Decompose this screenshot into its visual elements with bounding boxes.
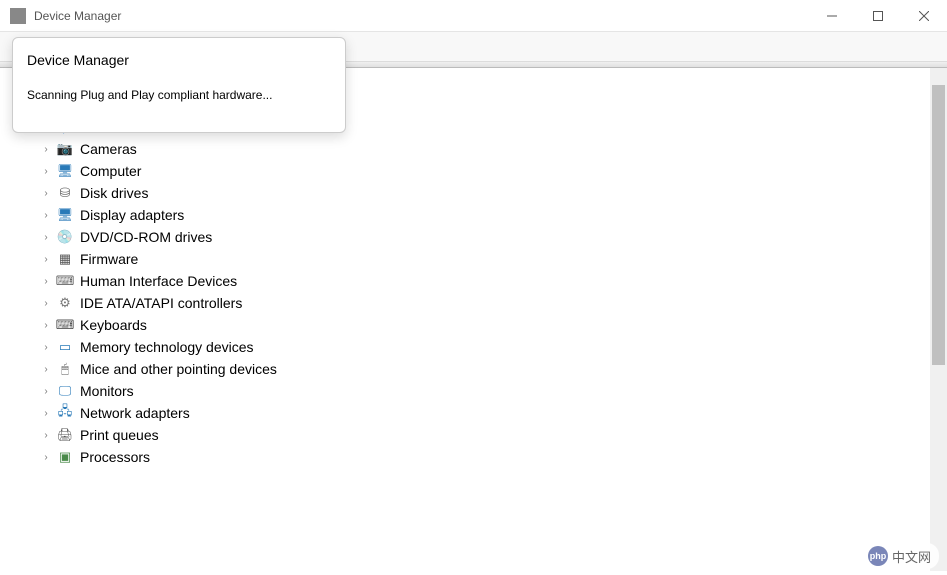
dialog-title: Device Manager	[27, 52, 331, 68]
expand-icon[interactable]: ›	[40, 254, 52, 265]
tree-item-label: DVD/CD-ROM drives	[80, 229, 212, 245]
tree-item[interactable]: › ▦ Firmware	[0, 248, 930, 270]
expand-icon[interactable]: ›	[40, 342, 52, 353]
tree-item-label: Human Interface Devices	[80, 273, 237, 289]
device-category-icon: 🖧	[56, 405, 74, 421]
tree-item-label: Mice and other pointing devices	[80, 361, 277, 377]
tree-item-label: IDE ATA/ATAPI controllers	[80, 295, 242, 311]
tree-item[interactable]: › 🖥 Display adapters	[0, 204, 930, 226]
window-title: Device Manager	[34, 9, 809, 23]
watermark-text: 中文网	[892, 547, 931, 566]
expand-icon[interactable]: ›	[40, 298, 52, 309]
dialog-message: Scanning Plug and Play compliant hardwar…	[27, 88, 331, 102]
app-icon	[10, 8, 26, 24]
scrollbar-thumb[interactable]	[932, 85, 945, 365]
titlebar: Device Manager	[0, 0, 947, 32]
tree-item-label: Cameras	[80, 141, 137, 157]
expand-icon[interactable]: ›	[40, 276, 52, 287]
tree-item-label: Computer	[80, 163, 141, 179]
tree-item-label: Firmware	[80, 251, 138, 267]
window-controls	[809, 0, 947, 32]
maximize-icon	[873, 11, 883, 21]
expand-icon[interactable]: ›	[40, 188, 52, 199]
minimize-icon	[827, 11, 837, 21]
tree-item-label: Processors	[80, 449, 150, 465]
device-category-icon: ▣	[56, 449, 74, 465]
watermark-logo: php	[868, 546, 888, 566]
device-category-icon: 🖥	[56, 207, 74, 223]
expand-icon[interactable]: ›	[40, 232, 52, 243]
tree-item-label: Network adapters	[80, 405, 190, 421]
expand-icon[interactable]: ›	[40, 320, 52, 331]
device-category-icon: ▦	[56, 251, 74, 267]
tree-item[interactable]: › 🖨 Print queues	[0, 424, 930, 446]
tree-item[interactable]: › 💿 DVD/CD-ROM drives	[0, 226, 930, 248]
scanning-dialog: Device Manager Scanning Plug and Play co…	[12, 37, 346, 133]
maximize-button[interactable]	[855, 0, 901, 32]
tree-item[interactable]: › 🖥 Computer	[0, 160, 930, 182]
tree-item-label: Disk drives	[80, 185, 148, 201]
tree-item[interactable]: › 🖵 Monitors	[0, 380, 930, 402]
device-category-icon: 📷	[56, 141, 74, 157]
vertical-scrollbar[interactable]	[930, 68, 947, 571]
tree-item-label: Keyboards	[80, 317, 147, 333]
tree-item[interactable]: › ▣ Processors	[0, 446, 930, 468]
device-category-icon: ⌨	[56, 273, 74, 289]
device-category-icon: 🖨	[56, 427, 74, 443]
expand-icon[interactable]: ›	[40, 386, 52, 397]
tree-item[interactable]: › ⚙ IDE ATA/ATAPI controllers	[0, 292, 930, 314]
device-category-icon: 🖵	[56, 383, 74, 399]
tree-item[interactable]: › 🖧 Network adapters	[0, 402, 930, 424]
tree-item-label: Print queues	[80, 427, 159, 443]
device-category-icon: ▭	[56, 339, 74, 355]
tree-item-label: Display adapters	[80, 207, 184, 223]
expand-icon[interactable]: ›	[40, 144, 52, 155]
device-tree[interactable]: ›🔊Audio inputs and outputs›🔋Batteries›ᛒB…	[0, 68, 930, 571]
minimize-button[interactable]	[809, 0, 855, 32]
tree-item[interactable]: › ▭ Memory technology devices	[0, 336, 930, 358]
close-icon	[919, 11, 929, 21]
tree-item[interactable]: › 🖱 Mice and other pointing devices	[0, 358, 930, 380]
expand-icon[interactable]: ›	[40, 452, 52, 463]
expand-icon[interactable]: ›	[40, 210, 52, 221]
tree-item[interactable]: › ⌨ Keyboards	[0, 314, 930, 336]
tree-item-label: Monitors	[80, 383, 134, 399]
tree-item[interactable]: › ⌨ Human Interface Devices	[0, 270, 930, 292]
content-area: ›🔊Audio inputs and outputs›🔋Batteries›ᛒB…	[0, 68, 947, 571]
device-category-icon: 🖥	[56, 163, 74, 179]
tree-item-label: Memory technology devices	[80, 339, 254, 355]
expand-icon[interactable]: ›	[40, 430, 52, 441]
device-category-icon: ⛁	[56, 185, 74, 201]
device-category-icon: ⌨	[56, 317, 74, 333]
close-button[interactable]	[901, 0, 947, 32]
watermark: php 中文网	[860, 543, 939, 569]
device-category-icon: 🖱	[56, 361, 74, 377]
tree-item[interactable]: › ⛁ Disk drives	[0, 182, 930, 204]
expand-icon[interactable]: ›	[40, 364, 52, 375]
expand-icon[interactable]: ›	[40, 408, 52, 419]
device-category-icon: ⚙	[56, 295, 74, 311]
tree-item[interactable]: › 📷 Cameras	[0, 138, 930, 160]
expand-icon[interactable]: ›	[40, 166, 52, 177]
device-category-icon: 💿	[56, 229, 74, 245]
